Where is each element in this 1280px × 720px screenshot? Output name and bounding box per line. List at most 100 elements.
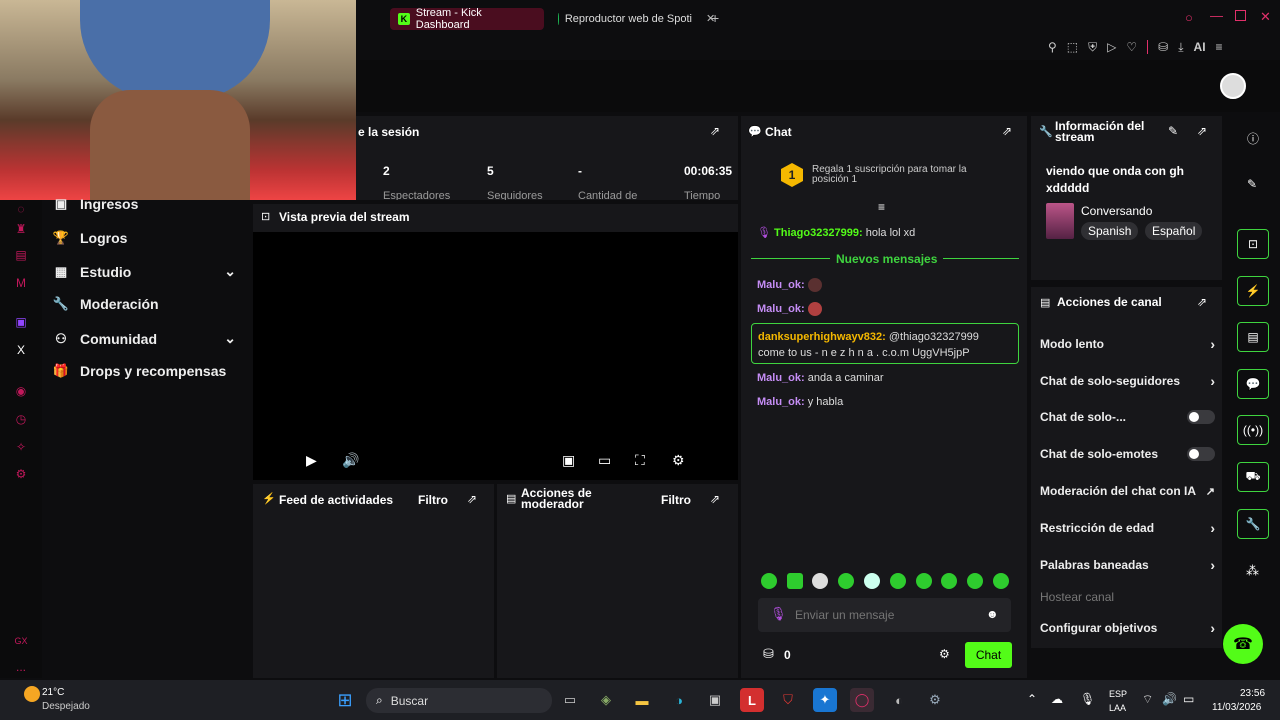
cloud-icon[interactable]: ☁	[1051, 692, 1063, 706]
quick-action-raid[interactable]: ⛟	[1237, 462, 1269, 492]
chat-username[interactable]: Malu_ok:	[757, 396, 805, 408]
screenshot-icon[interactable]: ⬚	[1067, 40, 1078, 54]
subs-only-toggle[interactable]	[1187, 410, 1215, 424]
tab-kick-dashboard[interactable]: K Stream - Kick Dashboard	[390, 7, 544, 31]
download-icon[interactable]: ⤓	[1178, 40, 1183, 55]
emote-button[interactable]	[812, 573, 828, 589]
app-l-icon[interactable]: L	[740, 688, 764, 712]
edit-icon[interactable]: ✎	[1168, 124, 1178, 138]
popout-icon[interactable]: ⇗	[467, 492, 477, 506]
ai-button[interactable]: AI	[1194, 40, 1206, 54]
action-age-restriction[interactable]: Restricción de edad ›	[1040, 520, 1215, 536]
avatar[interactable]	[1220, 73, 1246, 99]
sidebar-item-moderacion[interactable]: 🔧 Moderación	[52, 296, 159, 312]
quick-action-tools[interactable]: 🔧	[1237, 509, 1269, 539]
chat-username[interactable]: danksuperhighwayv832:	[758, 331, 886, 343]
quick-action-broadcast[interactable]: ((•))	[1237, 415, 1269, 445]
action-followers-only[interactable]: Chat de solo-seguidores ›	[1040, 373, 1215, 389]
chat-input[interactable]	[795, 605, 975, 625]
extensions-side-icon[interactable]: ✧	[12, 438, 30, 456]
copilot-icon[interactable]: ◈	[594, 688, 618, 712]
info-icon[interactable]: ⓘ	[1247, 130, 1259, 147]
action-subs-only[interactable]: Chat de solo-...	[1040, 410, 1215, 424]
heart-icon[interactable]: ♡	[1126, 40, 1137, 54]
app-icon[interactable]: ◐	[887, 688, 911, 712]
emote-button[interactable]	[890, 573, 906, 589]
sidebar-item-estudio[interactable]: ▦ Estudio ⌄	[52, 263, 236, 280]
emote-button[interactable]	[916, 573, 932, 589]
file-explorer-icon[interactable]: ▬	[630, 688, 654, 712]
opera-gx-icon[interactable]: ▤	[12, 246, 30, 264]
quick-action-bolt[interactable]: ⚡	[1237, 276, 1269, 306]
language-top[interactable]: ESP	[1109, 689, 1127, 699]
theater-button[interactable]: ▭	[598, 452, 611, 469]
sidebar-item-logros[interactable]: 🏆 Logros	[52, 230, 128, 246]
support-button[interactable]: ☎	[1223, 624, 1263, 664]
opera-gx-taskbar-icon[interactable]: ◯	[850, 688, 874, 712]
sidebar-item-comunidad[interactable]: ⚇ Comunidad ⌄	[52, 330, 236, 347]
search-tabs-icon[interactable]: ○	[1185, 10, 1193, 25]
emote-button[interactable]	[993, 573, 1009, 589]
mic-tray-icon[interactable]: 🎙	[1080, 692, 1095, 706]
task-view-icon[interactable]: ▭	[558, 688, 582, 712]
quick-action-chat[interactable]: 💬	[1237, 369, 1269, 399]
collapse-icon[interactable]: ≡	[878, 200, 885, 214]
mcafee-icon[interactable]: ⛉	[776, 688, 800, 712]
extensions-icon[interactable]: ⛁	[1158, 40, 1168, 54]
settings-button[interactable]: ⚙	[672, 452, 685, 469]
settings-side-icon[interactable]: ⚙	[12, 465, 30, 483]
emote-button[interactable]	[967, 573, 983, 589]
wifi-icon[interactable]: ⌔	[1142, 692, 1153, 707]
quick-action-clip[interactable]: ⊡	[1237, 229, 1269, 259]
mic-icon[interactable]: 🎙	[770, 606, 787, 622]
windows-start-icon[interactable]: ⊞	[333, 688, 357, 712]
activity-filter-button[interactable]: Filtro	[418, 493, 448, 507]
more-icon[interactable]: ...	[12, 658, 30, 676]
emote-button[interactable]	[761, 573, 777, 589]
pip-button[interactable]: ▣	[562, 452, 575, 469]
popout-icon[interactable]: ⇗	[1197, 295, 1207, 309]
weather-temp[interactable]: 21°C	[42, 687, 64, 698]
new-tab-button[interactable]: +	[711, 10, 719, 26]
pin-icon[interactable]: ⚲	[1048, 40, 1057, 54]
chevron-up-icon[interactable]: ⌃	[1027, 692, 1037, 706]
emote-button[interactable]	[864, 573, 880, 589]
tab-spotify[interactable]: Reproductor web de Spoti	[550, 8, 700, 30]
chat-username[interactable]: Malu_ok:	[757, 279, 805, 291]
menu-icon[interactable]: ≡	[1216, 40, 1223, 54]
tag[interactable]: Spanish	[1081, 222, 1139, 240]
x-icon[interactable]: X	[12, 341, 30, 359]
battery-icon[interactable]: ▭	[1183, 692, 1194, 706]
play-icon[interactable]: ▷	[1107, 40, 1116, 54]
category-name[interactable]: Conversando	[1081, 204, 1152, 218]
settings-taskbar-icon[interactable]: ⚙	[923, 688, 947, 712]
chat-username[interactable]: Thiago32327999:	[774, 227, 863, 239]
opera-mail-icon[interactable]: M	[12, 274, 30, 292]
chat-username[interactable]: Malu_ok:	[757, 372, 805, 384]
emote-button[interactable]	[787, 573, 803, 589]
history-icon[interactable]: ◷	[12, 410, 30, 428]
edit-icon[interactable]: ✎	[1247, 177, 1257, 191]
action-goals[interactable]: Configurar objetivos ›	[1040, 620, 1215, 636]
tag[interactable]: Español	[1145, 222, 1203, 240]
play-button[interactable]: ▶	[306, 452, 317, 469]
maximize-icon[interactable]	[1235, 10, 1246, 21]
action-slow-mode[interactable]: Modo lento ›	[1040, 336, 1215, 352]
popout-icon[interactable]: ⇗	[1197, 124, 1207, 138]
emote-button[interactable]	[941, 573, 957, 589]
chat-username[interactable]: Malu_ok:	[757, 303, 805, 315]
store-icon[interactable]: ▣	[703, 688, 727, 712]
clock-time[interactable]: 23:56	[1240, 688, 1265, 699]
mod-filter-button[interactable]: Filtro	[661, 493, 691, 507]
edge-icon[interactable]: ◑	[667, 688, 691, 712]
dropbox-icon[interactable]: ✦	[813, 688, 837, 712]
volume-button[interactable]: 🔊	[342, 452, 359, 469]
action-banned-words[interactable]: Palabras baneadas ›	[1040, 557, 1215, 573]
volume-icon[interactable]: 🔊	[1162, 692, 1177, 706]
shield-icon[interactable]: ⛨	[1088, 40, 1097, 55]
chat-settings-icon[interactable]: ⚙	[939, 647, 950, 661]
popout-icon[interactable]: ⇗	[1002, 124, 1012, 138]
close-window-icon[interactable]: ✕	[1260, 9, 1271, 25]
emoji-icon[interactable]: ☻	[986, 607, 999, 621]
share-icon[interactable]: ⁂	[1246, 563, 1259, 579]
